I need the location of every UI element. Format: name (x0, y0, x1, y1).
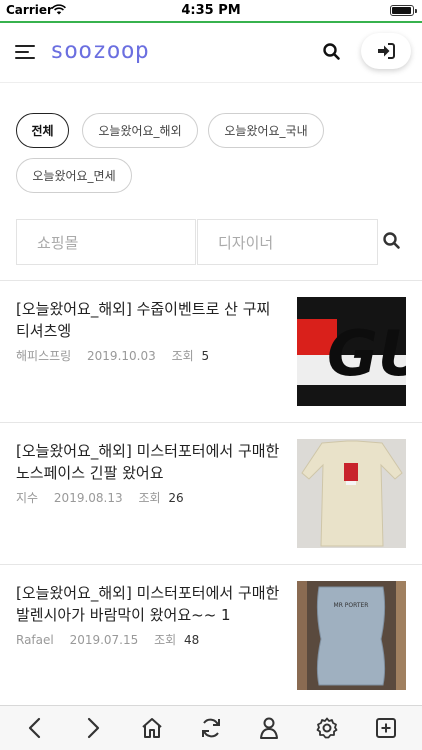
login-button[interactable] (361, 33, 411, 69)
app-header: soozoop (0, 23, 422, 83)
post-author: 지수 (16, 491, 39, 505)
post-views: 5 (201, 349, 210, 363)
search-submit-icon[interactable] (382, 231, 402, 251)
designer-search-input[interactable]: 디자이너 (197, 219, 378, 265)
post-thumbnail[interactable]: GU (297, 297, 406, 406)
menu-icon[interactable] (15, 43, 35, 61)
profile-icon[interactable] (256, 715, 282, 741)
mr-porter-package-image: MR PORTER (297, 581, 406, 690)
post-meta: 해피스프링 2019.10.03 조회 5 (16, 347, 221, 364)
post-item[interactable]: [오늘왔어요_해외] 미스터포터에서 구매한 발렌시아가 바람막이 왔어요~~ … (0, 564, 422, 706)
status-bar: Carrier 4:35 PM (0, 0, 422, 21)
post-thumbnail[interactable]: MR PORTER (297, 581, 406, 690)
app-logo[interactable]: soozoop (50, 38, 149, 64)
post-thumbnail[interactable] (297, 439, 406, 548)
gucci-tshirt-image: GU (297, 297, 406, 406)
post-title[interactable]: [오늘왔어요_해외] 미스터포터에서 구매한 발렌시아가 바람막이 왔어요~~ … (16, 582, 281, 626)
back-icon[interactable] (22, 715, 48, 741)
post-views: 26 (168, 491, 184, 505)
post-views-label: 조회 (138, 491, 161, 505)
chip-all[interactable]: 전체 (16, 113, 69, 148)
thumb-brand-text: MR PORTER (334, 602, 369, 609)
forward-icon[interactable] (80, 715, 106, 741)
post-date: 2019.10.03 (87, 349, 156, 363)
sign-in-icon (378, 43, 395, 59)
post-views: 48 (184, 633, 200, 647)
chip-dutyfree[interactable]: 오늘왔어요_면세 (16, 158, 132, 193)
post-author: 해피스프링 (16, 349, 72, 363)
search-icon[interactable] (322, 42, 342, 62)
post-views-label: 조회 (154, 633, 177, 647)
post-item[interactable]: [오늘왔어요_해외] 미스터포터에서 구매한 노스페이스 긴팔 왔어요 지수 2… (0, 422, 422, 564)
post-date: 2019.07.15 (69, 633, 139, 647)
post-author: Rafael (16, 633, 54, 647)
north-face-longsleeve-image (297, 439, 406, 548)
add-icon[interactable] (373, 715, 399, 741)
bottom-toolbar (0, 705, 422, 750)
refresh-icon[interactable] (198, 715, 224, 741)
post-title[interactable]: [오늘왔어요_해외] 수줍이벤트로 산 구찌티셔츠엥 (16, 298, 281, 342)
thumb-gu-text: GU (327, 317, 406, 390)
post-item[interactable]: [오늘왔어요_해외] 수줍이벤트로 산 구찌티셔츠엥 해피스프링 2019.10… (0, 280, 422, 422)
post-views-label: 조회 (171, 349, 194, 363)
shop-search-input[interactable]: 쇼핑몰 (16, 219, 196, 265)
post-date: 2019.08.13 (53, 491, 123, 505)
chip-domestic[interactable]: 오늘왔어요_국내 (208, 113, 324, 148)
chip-overseas[interactable]: 오늘왔어요_해외 (82, 113, 198, 148)
battery-icon (390, 5, 417, 16)
post-meta: Rafael 2019.07.15 조회 48 (16, 631, 211, 648)
post-meta: 지수 2019.08.13 조회 26 (16, 489, 196, 506)
post-title[interactable]: [오늘왔어요_해외] 미스터포터에서 구매한 노스페이스 긴팔 왔어요 (16, 440, 281, 484)
clock: 4:35 PM (181, 3, 241, 18)
home-icon[interactable] (139, 715, 165, 741)
settings-icon[interactable] (314, 715, 340, 741)
